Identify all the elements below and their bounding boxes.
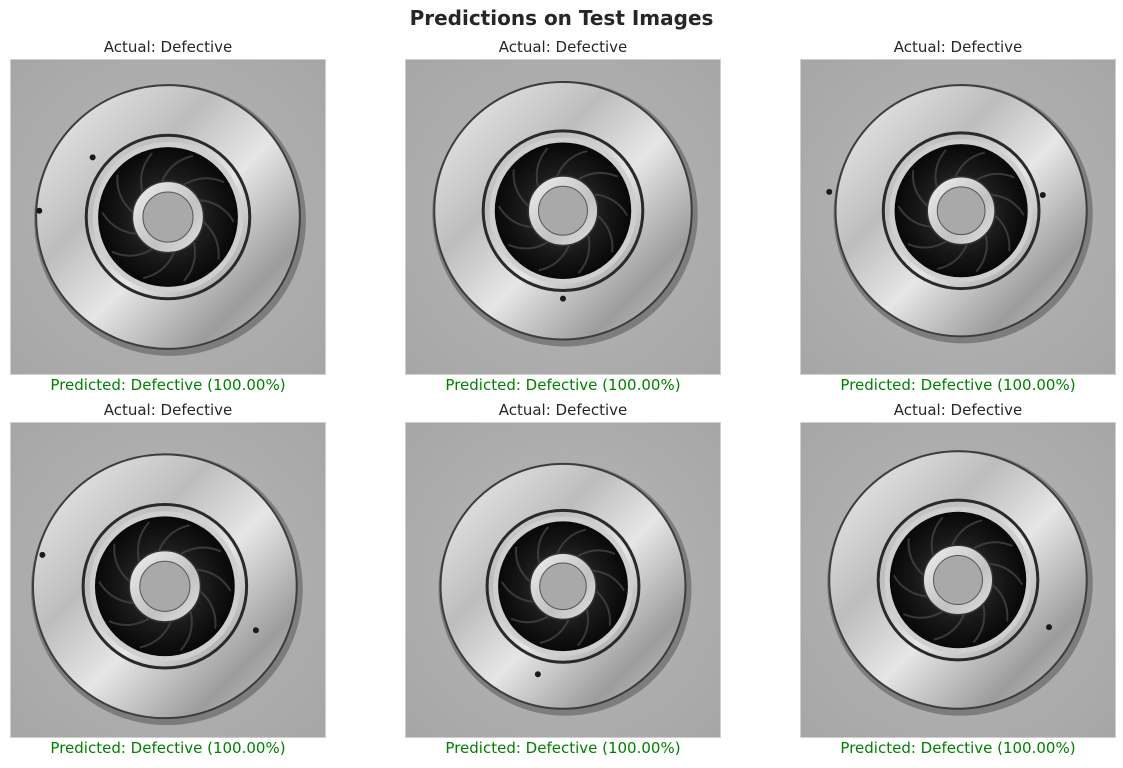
predicted-label: Predicted: Defective (100.00%) xyxy=(445,376,681,394)
casting-image xyxy=(800,59,1116,375)
impeller-photo xyxy=(801,60,1115,374)
predicted-label: Predicted: Defective (100.00%) xyxy=(840,376,1076,394)
impeller-photo xyxy=(406,423,720,737)
figure-title: Predictions on Test Images xyxy=(409,6,714,30)
impeller-photo xyxy=(11,60,325,374)
predicted-label: Predicted: Defective (100.00%) xyxy=(50,376,286,394)
actual-label: Actual: Defective xyxy=(498,401,628,419)
prediction-panel: Actual: Defective Predicted: Defective (1… xyxy=(800,37,1116,397)
prediction-panel: Actual: Defective Predicted: Defective (1… xyxy=(405,37,721,397)
prediction-panel: Actual: Defective Predicted: Defective (1… xyxy=(405,400,721,760)
actual-label: Actual: Defective xyxy=(103,38,233,56)
impeller-photo xyxy=(11,423,325,737)
casting-image xyxy=(10,422,326,738)
casting-image xyxy=(405,422,721,738)
impeller-photo xyxy=(406,60,720,374)
prediction-panel: Actual: Defective Predicted: Defective (1… xyxy=(10,37,326,397)
actual-label: Actual: Defective xyxy=(498,38,628,56)
actual-label: Actual: Defective xyxy=(103,401,233,419)
casting-image xyxy=(800,422,1116,738)
casting-image xyxy=(10,59,326,375)
actual-label: Actual: Defective xyxy=(893,401,1023,419)
actual-label: Actual: Defective xyxy=(893,38,1023,56)
predicted-label: Predicted: Defective (100.00%) xyxy=(840,739,1076,757)
predicted-label: Predicted: Defective (100.00%) xyxy=(445,739,681,757)
prediction-panel: Actual: Defective Predicted: Defective (1… xyxy=(10,400,326,760)
impeller-photo xyxy=(801,423,1115,737)
predicted-label: Predicted: Defective (100.00%) xyxy=(50,739,286,757)
prediction-panel: Actual: Defective Predicted: Defective (1… xyxy=(800,400,1116,760)
casting-image xyxy=(405,59,721,375)
